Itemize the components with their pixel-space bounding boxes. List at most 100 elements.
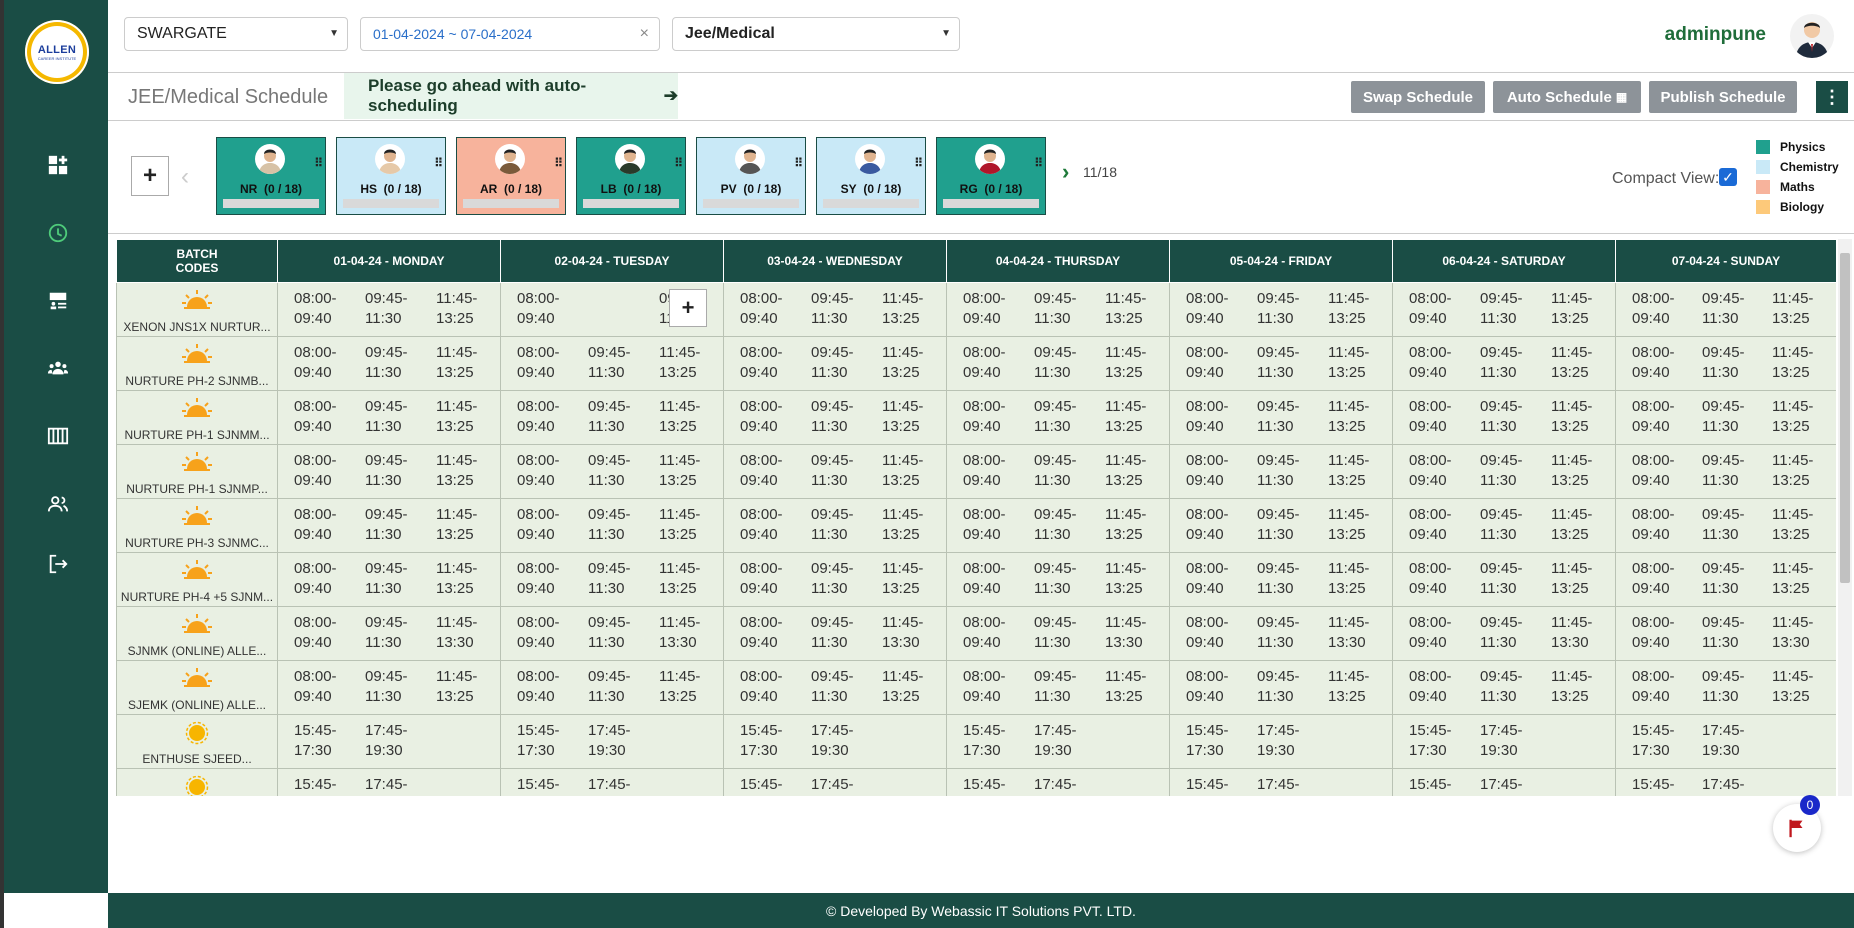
time-slot[interactable]: 11:45- 13:25 — [659, 397, 707, 437]
time-slot[interactable]: 09:45- 11:30 — [1702, 505, 1750, 545]
time-slot[interactable]: 17:45- 19:30 — [588, 721, 636, 761]
time-slot[interactable]: 08:00- 09:40 — [1632, 613, 1680, 653]
time-slot[interactable]: 08:00- 09:40 — [740, 289, 788, 329]
time-slot[interactable]: 15:45- 17:30 — [1409, 721, 1457, 761]
time-slot[interactable]: 09:45- 11:30 — [365, 451, 413, 491]
time-slot[interactable]: 11:45- 13:25 — [1328, 289, 1376, 329]
schedule-cell[interactable]: 08:00- 09:40 09:45- 11:30 11:45- 13:25 — [1169, 660, 1393, 715]
time-slot[interactable]: 08:00- 09:40 — [1632, 505, 1680, 545]
schedule-cell[interactable]: 08:00- 09:40 09:45- 11:30 11:45- 13:30 — [723, 606, 947, 661]
time-slot[interactable]: 08:00- 09:40 — [740, 613, 788, 653]
time-slot[interactable]: 08:00- 09:40 — [1186, 667, 1234, 707]
batch-cell[interactable]: SJEMK (ONLINE) ALLE... — [116, 660, 278, 715]
table-scrollbar[interactable] — [1838, 239, 1852, 796]
time-slot[interactable]: 11:45- 13:25 — [882, 451, 930, 491]
time-slot[interactable]: 17:45- — [588, 775, 636, 795]
time-slot[interactable]: 09:45- 11:30 — [811, 505, 859, 545]
time-slot[interactable]: 09:45- 11:30 — [811, 289, 859, 329]
time-slot[interactable]: 09:45- 11:30 — [1257, 397, 1305, 437]
time-slot[interactable]: 08:00- 09:40 — [740, 451, 788, 491]
time-slot[interactable]: 09:45- 11:30 — [811, 343, 859, 383]
time-slot[interactable]: 09:45- 11:30 — [811, 613, 859, 653]
time-slot[interactable]: 09:45- 11:30 — [1702, 667, 1750, 707]
time-slot[interactable]: 09:45- 11:30 — [1702, 289, 1750, 329]
time-slot[interactable]: 11:45- 13:25 — [1105, 505, 1153, 545]
time-slot[interactable]: 15:45- 17:30 — [517, 721, 565, 761]
schedule-cell[interactable]: 08:00- 09:40 09:45- 11:30 11:45- 13:25 — [500, 336, 724, 391]
time-slot[interactable]: 11:45- 13:25 — [1551, 343, 1599, 383]
time-slot[interactable]: 11:45- 13:25 — [1105, 289, 1153, 329]
time-slot[interactable]: 11:45- 13:25 — [1772, 289, 1820, 329]
schedule-cell[interactable]: 08:00- 09:40 09:45- 11:30 11:45- 13:25 — [500, 390, 724, 445]
time-slot[interactable]: 11:45- 13:25 — [1772, 397, 1820, 437]
time-slot[interactable]: 08:00- 09:40 — [517, 667, 565, 707]
time-slot[interactable]: 11:45- 13:25 — [1328, 667, 1376, 707]
time-slot[interactable]: 08:00- 09:40 — [1409, 289, 1457, 329]
time-slot[interactable]: 15:45- 17:30 — [294, 721, 342, 761]
dashboard-add-icon[interactable] — [44, 151, 72, 179]
time-slot[interactable]: 11:45- 13:30 — [1772, 613, 1820, 653]
schedule-cell[interactable]: 08:00- 09:40 09:45- 11:30 11:45- 13:25 — [277, 660, 501, 715]
schedule-cell[interactable]: 08:00- 09:40 09:45- 11:30 11:45- 13:30 — [500, 606, 724, 661]
time-slot[interactable]: 09:45- 11:30 — [1034, 343, 1082, 383]
time-slot[interactable]: 11:45- 13:25 — [1551, 289, 1599, 329]
time-slot[interactable]: 09:45- 11:30 — [1034, 505, 1082, 545]
schedule-cell[interactable]: 08:00- 09:40 09:45- 11:30 11:45- 13:25 — [723, 336, 947, 391]
schedule-cell[interactable]: 15:45- 17:30 17:45- 19:30 — [946, 714, 1170, 769]
time-slot[interactable]: 09:45- 11:30 — [1480, 613, 1528, 653]
batch-cell[interactable]: NURTURE PH-3 SJNMC... — [116, 498, 278, 553]
time-slot[interactable]: 11:45- 13:25 — [659, 343, 707, 383]
time-slot[interactable]: 09:45- 11:30 — [1034, 667, 1082, 707]
time-slot[interactable]: 15:45- 17:30 — [1632, 721, 1680, 761]
time-slot[interactable]: 09:45- 11:30 — [811, 667, 859, 707]
time-slot[interactable]: 17:45- 19:30 — [811, 721, 859, 761]
drag-handle-icon[interactable]: ⠿ — [794, 156, 803, 170]
time-slot[interactable]: 11:45- 13:25 — [882, 559, 930, 599]
time-slot[interactable]: 08:00- 09:40 — [294, 613, 342, 653]
schedule-cell[interactable]: 08:00- 09:40 09:45- 11:30 11:45- 13:25 — [1615, 336, 1836, 391]
time-slot[interactable]: 17:45- — [1702, 775, 1750, 795]
time-slot[interactable]: 11:45- 13:30 — [659, 613, 707, 653]
time-slot[interactable]: 09:45- 11:30 — [1702, 343, 1750, 383]
allen-logo[interactable]: ALLEN CAREER INSTITUTE — [25, 20, 89, 84]
time-slot[interactable]: 08:00- 09:40 — [294, 559, 342, 599]
schedule-cell[interactable]: 08:00- 09:40 09:45- 11:30 11:45- 13:25 — [1615, 498, 1836, 553]
add-teacher-button[interactable]: + — [131, 156, 169, 196]
teacher-card[interactable]: ⠿ RG (0 / 18) — [936, 137, 1046, 215]
batch-cell[interactable]: ENTHUSE SJEED... — [116, 714, 278, 769]
time-slot[interactable]: 09:45- 11:30 — [365, 397, 413, 437]
time-slot[interactable]: 09:45- 11:30 — [1034, 613, 1082, 653]
clear-icon[interactable]: × — [640, 25, 649, 43]
time-slot[interactable]: 17:45- 19:30 — [1257, 721, 1305, 761]
schedule-cell[interactable]: 08:00- 09:40 09:45- 11:30 11:45- 13:25 — [500, 498, 724, 553]
time-slot[interactable]: 11:45- 13:25 — [659, 667, 707, 707]
batch-cell[interactable]: XENON JNS1X NURTUR... — [116, 282, 278, 337]
time-slot[interactable]: 11:45- 13:25 — [1105, 451, 1153, 491]
teacher-card[interactable]: ⠿ HS (0 / 18) — [336, 137, 446, 215]
time-slot[interactable]: 09:45- 11:30 — [588, 505, 636, 545]
time-slot[interactable]: 15:45- — [294, 775, 342, 795]
time-slot[interactable]: 15:45- — [1409, 775, 1457, 795]
schedule-cell[interactable]: 08:00- 09:40 09:45- 11:30 11:45- 13:25 — [1392, 336, 1616, 391]
schedule-cell[interactable]: 08:00- 09:40 09:45- 11:30 11:45- 13:25 — [1392, 390, 1616, 445]
schedule-cell[interactable]: 08:00- 09:40 09:45- 11:30 11:45- 13:25 — [723, 444, 947, 499]
time-slot[interactable]: 11:45- 13:25 — [436, 397, 484, 437]
schedule-cell[interactable]: 08:00- 09:40 09:45- 11:30 11:45- 13:25 — [1392, 660, 1616, 715]
time-slot[interactable]: 17:45- — [1257, 775, 1305, 795]
classroom-icon[interactable] — [44, 287, 72, 315]
teacher-card[interactable]: ⠿ LB (0 / 18) — [576, 137, 686, 215]
time-slot[interactable]: 08:00- 09:40 — [1409, 505, 1457, 545]
time-slot[interactable]: 09:45- 11:30 — [1480, 559, 1528, 599]
time-slot[interactable]: 09:45- 11:30 — [1257, 343, 1305, 383]
time-slot[interactable]: 09:45- 11:30 — [1257, 559, 1305, 599]
time-slot[interactable]: 08:00- 09:40 — [294, 451, 342, 491]
time-slot[interactable]: 09:45- 11:30 — [1702, 397, 1750, 437]
time-slot[interactable]: 11:45- 13:25 — [1105, 343, 1153, 383]
time-slot[interactable]: 08:00- 09:40 — [963, 343, 1011, 383]
time-slot[interactable]: 08:00- 09:40 — [1632, 343, 1680, 383]
time-slot[interactable]: 11:45- 13:30 — [1328, 613, 1376, 653]
publish-schedule-button[interactable]: Publish Schedule — [1649, 81, 1797, 113]
time-slot[interactable]: 09:45- 11:30 — [1257, 667, 1305, 707]
schedule-cell[interactable]: 15:45- 17:30 17:45- 19:30 — [1392, 714, 1616, 769]
time-slot[interactable]: 08:00- 09:40 — [963, 559, 1011, 599]
